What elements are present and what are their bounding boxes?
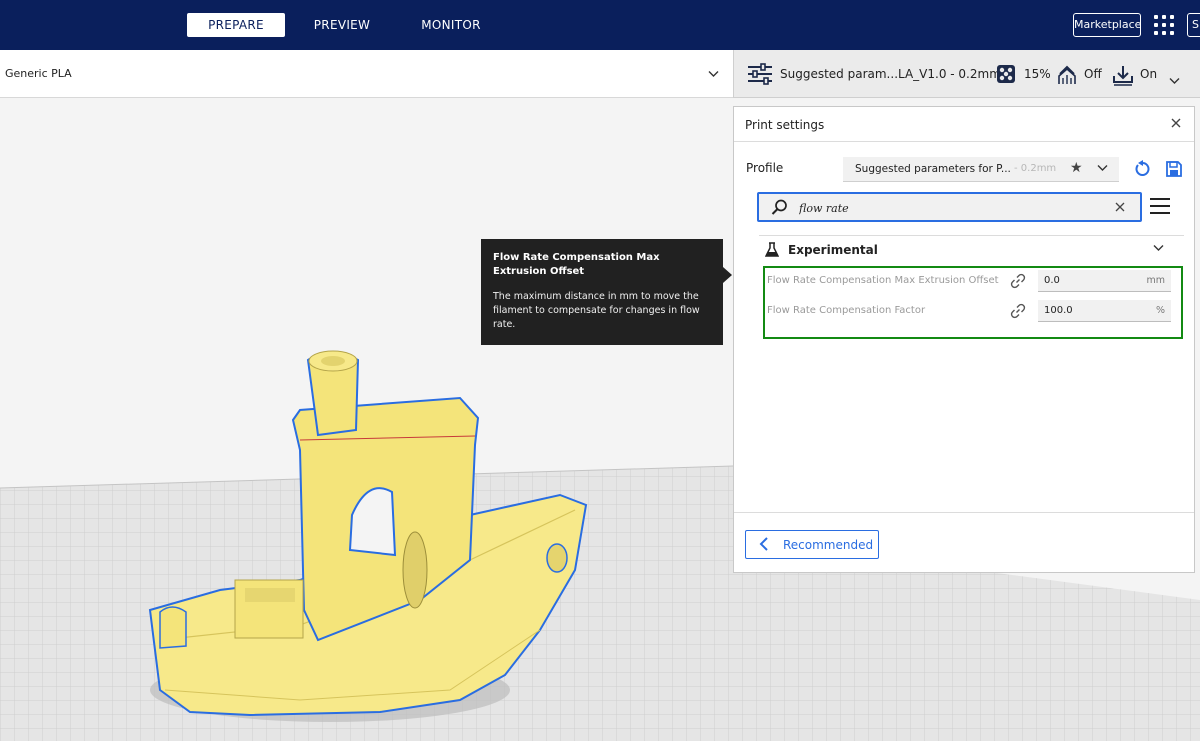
print-settings-panel: Print settings Profile Suggested paramet… — [733, 106, 1195, 573]
tab-preview[interactable]: PREVIEW — [300, 13, 384, 37]
recommended-label: Recommended — [783, 538, 874, 552]
support-value: Off — [1084, 67, 1102, 81]
setting-unit: % — [1155, 305, 1165, 316]
chevron-down-icon — [708, 68, 719, 81]
search-input[interactable] — [799, 199, 1099, 217]
menu-icon[interactable] — [1150, 197, 1170, 219]
panel-footer: Recommended — [734, 512, 1194, 572]
chevron-left-icon — [759, 536, 769, 556]
setting-value: 100.0 — [1044, 305, 1073, 316]
profile-summary-label: Suggested param...LA_V1.0 - 0.2mm — [780, 67, 1001, 81]
adhesion-icon — [1112, 64, 1134, 90]
print-settings-summary[interactable]: Suggested param...LA_V1.0 - 0.2mm 15% Of… — [733, 50, 1200, 98]
chevron-down-icon — [1169, 70, 1180, 89]
search-results-highlight: Flow Rate Compensation Max Extrusion Off… — [763, 266, 1183, 339]
sign-in-button[interactable]: Si — [1187, 13, 1200, 37]
offset-input[interactable]: 0.0 mm — [1038, 270, 1171, 292]
tooltip-body: The maximum distance in mm to move the f… — [493, 291, 700, 330]
tooltip-title: Flow Rate Compensation Max Extrusion Off… — [493, 252, 660, 277]
link-icon[interactable] — [1010, 273, 1026, 293]
factor-input[interactable]: 100.0 % — [1038, 300, 1171, 322]
apps-grid-icon[interactable] — [1154, 15, 1174, 35]
close-icon[interactable] — [1171, 116, 1181, 132]
setting-row: Flow Rate Compensation Max Extrusion Off… — [765, 268, 1181, 294]
save-icon[interactable] — [1165, 160, 1183, 182]
star-icon[interactable]: ★ — [1070, 160, 1083, 176]
category-experimental[interactable]: Experimental — [759, 235, 1184, 264]
flask-icon — [764, 242, 780, 262]
category-label: Experimental — [788, 243, 878, 257]
profile-label: Profile — [746, 161, 784, 175]
setting-label: Flow Rate Compensation Factor — [767, 305, 926, 316]
profile-dropdown[interactable]: Suggested parameters for P... - 0.2mm ★ — [843, 157, 1119, 182]
sliders-icon — [747, 63, 773, 89]
porthole — [546, 543, 568, 573]
top-toolbar: PREPARE PREVIEW MONITOR Marketplace Si — [0, 0, 1200, 50]
bow-bollard — [159, 606, 187, 649]
panel-header: Print settings — [734, 107, 1194, 142]
settings-search[interactable] — [757, 192, 1142, 222]
reset-icon[interactable] — [1134, 160, 1152, 182]
chevron-down-icon — [1153, 242, 1164, 255]
setting-value: 0.0 — [1044, 275, 1060, 286]
material-label: Generic PLA — [5, 67, 72, 80]
setting-row: Flow Rate Compensation Factor 100.0 % — [765, 298, 1181, 324]
link-icon[interactable] — [1010, 303, 1026, 323]
tab-monitor[interactable]: MONITOR — [410, 13, 492, 37]
recommended-button[interactable]: Recommended — [745, 530, 879, 559]
setting-unit: mm — [1146, 275, 1165, 286]
marketplace-button[interactable]: Marketplace — [1073, 13, 1141, 37]
adhesion-value: On — [1140, 67, 1158, 81]
profile-value: Suggested parameters for P... — [855, 163, 1011, 175]
tab-prepare[interactable]: PREPARE — [187, 13, 285, 37]
profile-layer-height: - 0.2mm — [1014, 163, 1057, 174]
panel-title: Print settings — [745, 118, 825, 132]
infill-value: 15% — [1024, 67, 1051, 81]
setting-tooltip: Flow Rate Compensation Max Extrusion Off… — [481, 239, 732, 345]
chevron-down-icon — [1097, 162, 1108, 175]
setting-label: Flow Rate Compensation Max Extrusion Off… — [767, 275, 999, 286]
search-icon — [771, 199, 788, 220]
clear-icon[interactable] — [1115, 199, 1125, 216]
support-icon — [1056, 64, 1078, 90]
infill-icon — [996, 64, 1016, 88]
material-selector[interactable]: Generic PLA — [0, 50, 733, 98]
